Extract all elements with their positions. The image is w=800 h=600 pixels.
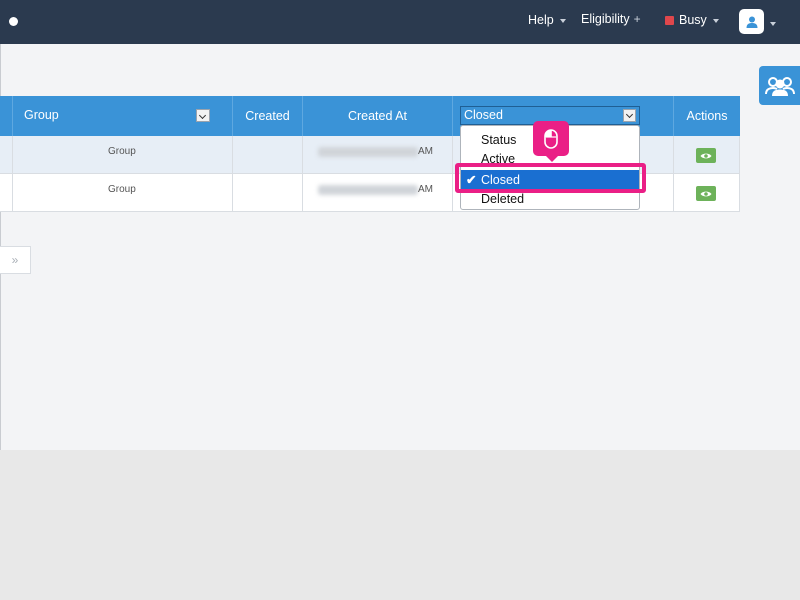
- busy-status-icon: [665, 15, 674, 25]
- eye-icon: [700, 153, 712, 158]
- created-cell: [233, 136, 303, 173]
- chevron-down-icon: [559, 19, 566, 23]
- created-at-cell: AM: [303, 174, 453, 211]
- footer-area: [0, 450, 800, 600]
- actions-cell: [674, 174, 740, 211]
- eligibility-menu[interactable]: Eligibility +: [581, 12, 641, 26]
- help-menu[interactable]: Help: [528, 13, 566, 27]
- busy-label: Busy: [679, 13, 707, 27]
- created-cell: [233, 174, 303, 211]
- status-select-value: Closed: [464, 108, 503, 122]
- group-value: Group: [108, 184, 136, 195]
- row-edge-cell: [0, 174, 13, 211]
- click-indicator: [533, 121, 569, 162]
- user-avatar-icon: [746, 16, 757, 28]
- top-navbar: Help Eligibility + Busy: [0, 0, 800, 44]
- busy-status-menu[interactable]: Busy: [665, 13, 719, 27]
- header-actions-label: Actions: [686, 109, 728, 123]
- header-created-label: Created: [245, 109, 290, 123]
- option-deleted[interactable]: Deleted: [481, 192, 524, 206]
- chevron-down-icon: [712, 19, 719, 23]
- group-users-icon: [764, 76, 795, 96]
- actions-cell: [674, 136, 740, 173]
- user-avatar-button[interactable]: [739, 9, 764, 34]
- header-actions: Actions: [674, 96, 740, 136]
- mouse-icon: [544, 128, 558, 149]
- time-suffix: AM: [418, 184, 433, 195]
- chevron-down-icon[interactable]: [770, 22, 776, 26]
- header-cell-edge: [0, 96, 13, 136]
- group-filter-dropdown-icon[interactable]: [196, 109, 210, 122]
- logo-icon[interactable]: [9, 17, 18, 26]
- view-button[interactable]: [696, 186, 716, 201]
- group-cell: Group: [13, 136, 233, 173]
- next-page-button[interactable]: »: [0, 246, 31, 274]
- group-cell: Group: [13, 174, 233, 211]
- redacted-date: [318, 147, 418, 157]
- header-group-label: Group: [24, 108, 59, 122]
- view-button[interactable]: [696, 148, 716, 163]
- next-page-icon: »: [11, 253, 19, 267]
- plus-icon: +: [633, 12, 641, 26]
- row-edge-cell: [0, 136, 13, 173]
- selection-highlight: [455, 163, 646, 193]
- chevron-down-icon[interactable]: [623, 109, 636, 122]
- option-status[interactable]: Status: [481, 133, 516, 147]
- created-at-cell: AM: [303, 136, 453, 173]
- time-suffix: AM: [418, 146, 433, 157]
- help-label: Help: [528, 13, 554, 27]
- header-created[interactable]: Created: [233, 96, 303, 136]
- header-created-at[interactable]: Created At: [303, 96, 453, 136]
- group-value: Group: [108, 146, 136, 157]
- group-users-tab[interactable]: [759, 66, 800, 105]
- eye-icon: [700, 191, 712, 196]
- redacted-date: [318, 185, 418, 195]
- eligibility-label: Eligibility: [581, 12, 630, 26]
- header-created-at-label: Created At: [347, 109, 408, 123]
- header-group[interactable]: Group: [13, 96, 233, 136]
